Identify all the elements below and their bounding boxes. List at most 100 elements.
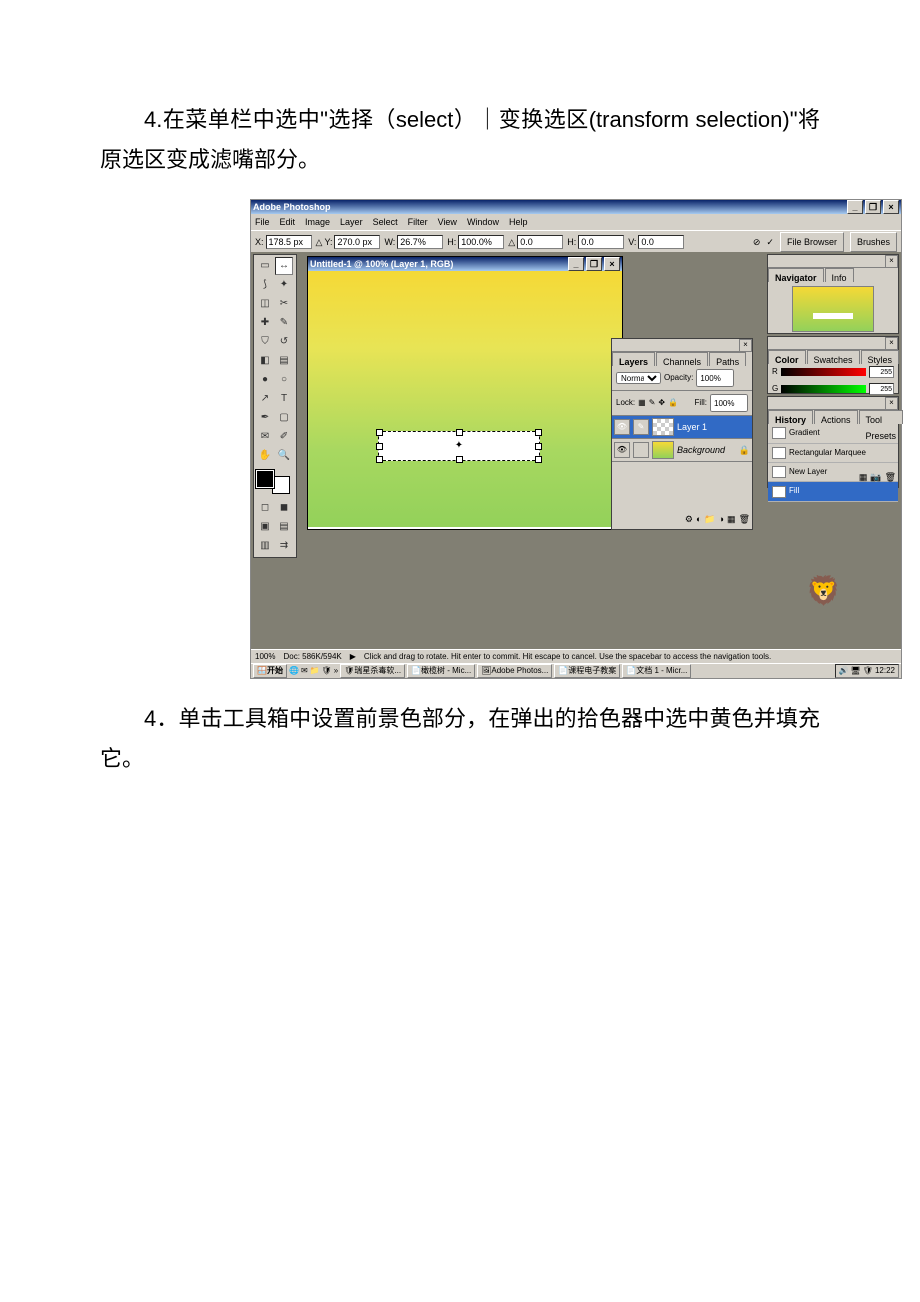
screen-full-menu[interactable]: ▤ bbox=[275, 518, 293, 536]
blend-mode-select[interactable]: Normal bbox=[616, 372, 661, 384]
task-item[interactable]: 📄橄榄树 - Mic... bbox=[407, 664, 475, 678]
doc-maximize-button[interactable]: ❐ bbox=[586, 257, 602, 271]
tray-icon[interactable]: 🔊 bbox=[839, 664, 849, 678]
heal-tool[interactable]: ✚ bbox=[256, 314, 274, 332]
brushes-tab[interactable]: Brushes bbox=[850, 232, 897, 252]
handle-r[interactable] bbox=[535, 443, 542, 450]
wand-tool[interactable]: ✦ bbox=[275, 276, 293, 294]
hskew-input[interactable] bbox=[578, 235, 624, 249]
angle-input[interactable] bbox=[517, 235, 563, 249]
nav-close-icon[interactable]: × bbox=[885, 255, 898, 268]
mask-icon[interactable]: ◐ bbox=[696, 511, 701, 527]
actions-tab[interactable]: Actions bbox=[814, 410, 858, 424]
trash-icon[interactable]: 🗑 bbox=[885, 469, 896, 485]
eraser-tool[interactable]: ◧ bbox=[256, 352, 274, 370]
slice-tool[interactable]: ✂ bbox=[275, 295, 293, 313]
history-item[interactable]: Rectangular Marquee bbox=[768, 444, 898, 463]
minimize-button[interactable]: _ bbox=[847, 200, 863, 214]
fill-input[interactable] bbox=[710, 394, 748, 412]
tray-icon[interactable]: 🛡 bbox=[863, 664, 873, 678]
marquee-tool[interactable]: ▭ bbox=[256, 257, 274, 275]
shape-tool[interactable]: ▢ bbox=[275, 409, 293, 427]
layer-row-bg[interactable]: 👁 Background 🔒 bbox=[612, 439, 752, 462]
screen-std[interactable]: ▣ bbox=[256, 518, 274, 536]
lock-move-icon[interactable]: ✥ bbox=[658, 396, 665, 410]
cancel-transform-icon[interactable]: ⊘ bbox=[753, 234, 761, 250]
vskew-input[interactable] bbox=[638, 235, 684, 249]
canvas[interactable]: ✦ bbox=[308, 271, 622, 527]
h-input[interactable] bbox=[458, 235, 504, 249]
layers-tab[interactable]: Layers bbox=[612, 352, 655, 366]
menu-layer[interactable]: Layer bbox=[340, 214, 363, 230]
hand-tool[interactable]: ✋ bbox=[256, 447, 274, 465]
layer-row-1[interactable]: 👁 ✎ Layer 1 bbox=[612, 416, 752, 439]
handle-t[interactable] bbox=[456, 429, 463, 436]
menu-edit[interactable]: Edit bbox=[280, 214, 296, 230]
trash-icon[interactable]: 🗑 bbox=[739, 511, 750, 527]
paths-tab[interactable]: Paths bbox=[709, 352, 746, 366]
g-slider[interactable] bbox=[781, 385, 866, 393]
menu-select[interactable]: Select bbox=[373, 214, 398, 230]
task-item[interactable]: 🖼Adobe Photos... bbox=[477, 664, 552, 678]
notes-tool[interactable]: ✉ bbox=[256, 428, 274, 446]
menu-file[interactable]: File bbox=[255, 214, 270, 230]
link-icon[interactable] bbox=[633, 442, 649, 458]
menu-view[interactable]: View bbox=[438, 214, 457, 230]
quicklaunch-icon[interactable]: 🌐 bbox=[289, 664, 299, 678]
visibility-icon[interactable]: 👁 bbox=[614, 419, 630, 435]
quicklaunch-icon[interactable]: ✉ bbox=[301, 664, 308, 678]
type-tool[interactable]: T bbox=[275, 390, 293, 408]
handle-tl[interactable] bbox=[376, 429, 383, 436]
handle-l[interactable] bbox=[376, 443, 383, 450]
styles-tab[interactable]: Styles bbox=[861, 350, 900, 364]
history-tab[interactable]: History bbox=[768, 410, 813, 424]
commit-transform-icon[interactable]: ✓ bbox=[766, 234, 774, 250]
transform-center-icon[interactable]: ✦ bbox=[455, 437, 463, 455]
new-layer-icon[interactable]: ▦ bbox=[727, 511, 736, 527]
blur-tool[interactable]: ● bbox=[256, 371, 274, 389]
quickmask-mask[interactable]: ◼ bbox=[275, 499, 293, 517]
toolpresets-tab[interactable]: Tool Presets bbox=[859, 410, 904, 424]
task-item[interactable]: 📄课程电子教案 bbox=[554, 664, 620, 678]
x-input[interactable] bbox=[266, 235, 312, 249]
quickmask-std[interactable]: ◻ bbox=[256, 499, 274, 517]
menu-image[interactable]: Image bbox=[305, 214, 330, 230]
brush-tool[interactable]: ✎ bbox=[275, 314, 293, 332]
swatches-tab[interactable]: Swatches bbox=[807, 350, 860, 364]
imageready-jump[interactable]: ⇉ bbox=[275, 537, 293, 555]
adjustment-icon[interactable]: ◑ bbox=[719, 511, 724, 527]
g-value[interactable]: 255 bbox=[869, 383, 894, 395]
task-item[interactable]: 📄文档 1 - Micr... bbox=[622, 664, 691, 678]
zoom-tool[interactable]: 🔍 bbox=[275, 447, 293, 465]
color-close-icon[interactable]: × bbox=[885, 337, 898, 350]
stamp-tool[interactable]: ⛉ bbox=[256, 333, 274, 351]
channels-tab[interactable]: Channels bbox=[656, 352, 708, 366]
file-browser-tab[interactable]: File Browser bbox=[780, 232, 844, 252]
r-value[interactable]: 255 bbox=[869, 366, 894, 378]
menu-window[interactable]: Window bbox=[467, 214, 499, 230]
handle-b[interactable] bbox=[456, 456, 463, 463]
history-brush-tool[interactable]: ↺ bbox=[275, 333, 293, 351]
fx-icon[interactable]: ⚙ bbox=[685, 511, 693, 527]
background-color-swatch[interactable] bbox=[272, 476, 290, 494]
eyedropper-tool[interactable]: ✐ bbox=[275, 428, 293, 446]
handle-bl[interactable] bbox=[376, 456, 383, 463]
start-button[interactable]: 🪟开始 bbox=[253, 664, 287, 678]
foreground-color-swatch[interactable] bbox=[256, 470, 274, 488]
quicklaunch-icon[interactable]: 🛡 bbox=[322, 664, 332, 678]
pen-tool[interactable]: ✒ bbox=[256, 409, 274, 427]
task-item[interactable]: 🛡瑞星杀毒软... bbox=[340, 664, 405, 678]
info-tab[interactable]: Info bbox=[825, 268, 854, 282]
navigator-thumb[interactable] bbox=[792, 286, 874, 332]
close-button[interactable]: × bbox=[883, 200, 899, 214]
navigator-tab[interactable]: Navigator bbox=[768, 268, 824, 282]
screen-full[interactable]: ▥ bbox=[256, 537, 274, 555]
dodge-tool[interactable]: ○ bbox=[275, 371, 293, 389]
layers-close-icon[interactable]: × bbox=[739, 339, 752, 352]
color-tab[interactable]: Color bbox=[768, 350, 806, 364]
transform-selection[interactable]: ✦ bbox=[378, 431, 540, 461]
doc-minimize-button[interactable]: _ bbox=[568, 257, 584, 271]
opacity-input[interactable] bbox=[696, 369, 734, 387]
folder-icon[interactable]: 📁 bbox=[704, 511, 715, 527]
menu-help[interactable]: Help bbox=[509, 214, 528, 230]
